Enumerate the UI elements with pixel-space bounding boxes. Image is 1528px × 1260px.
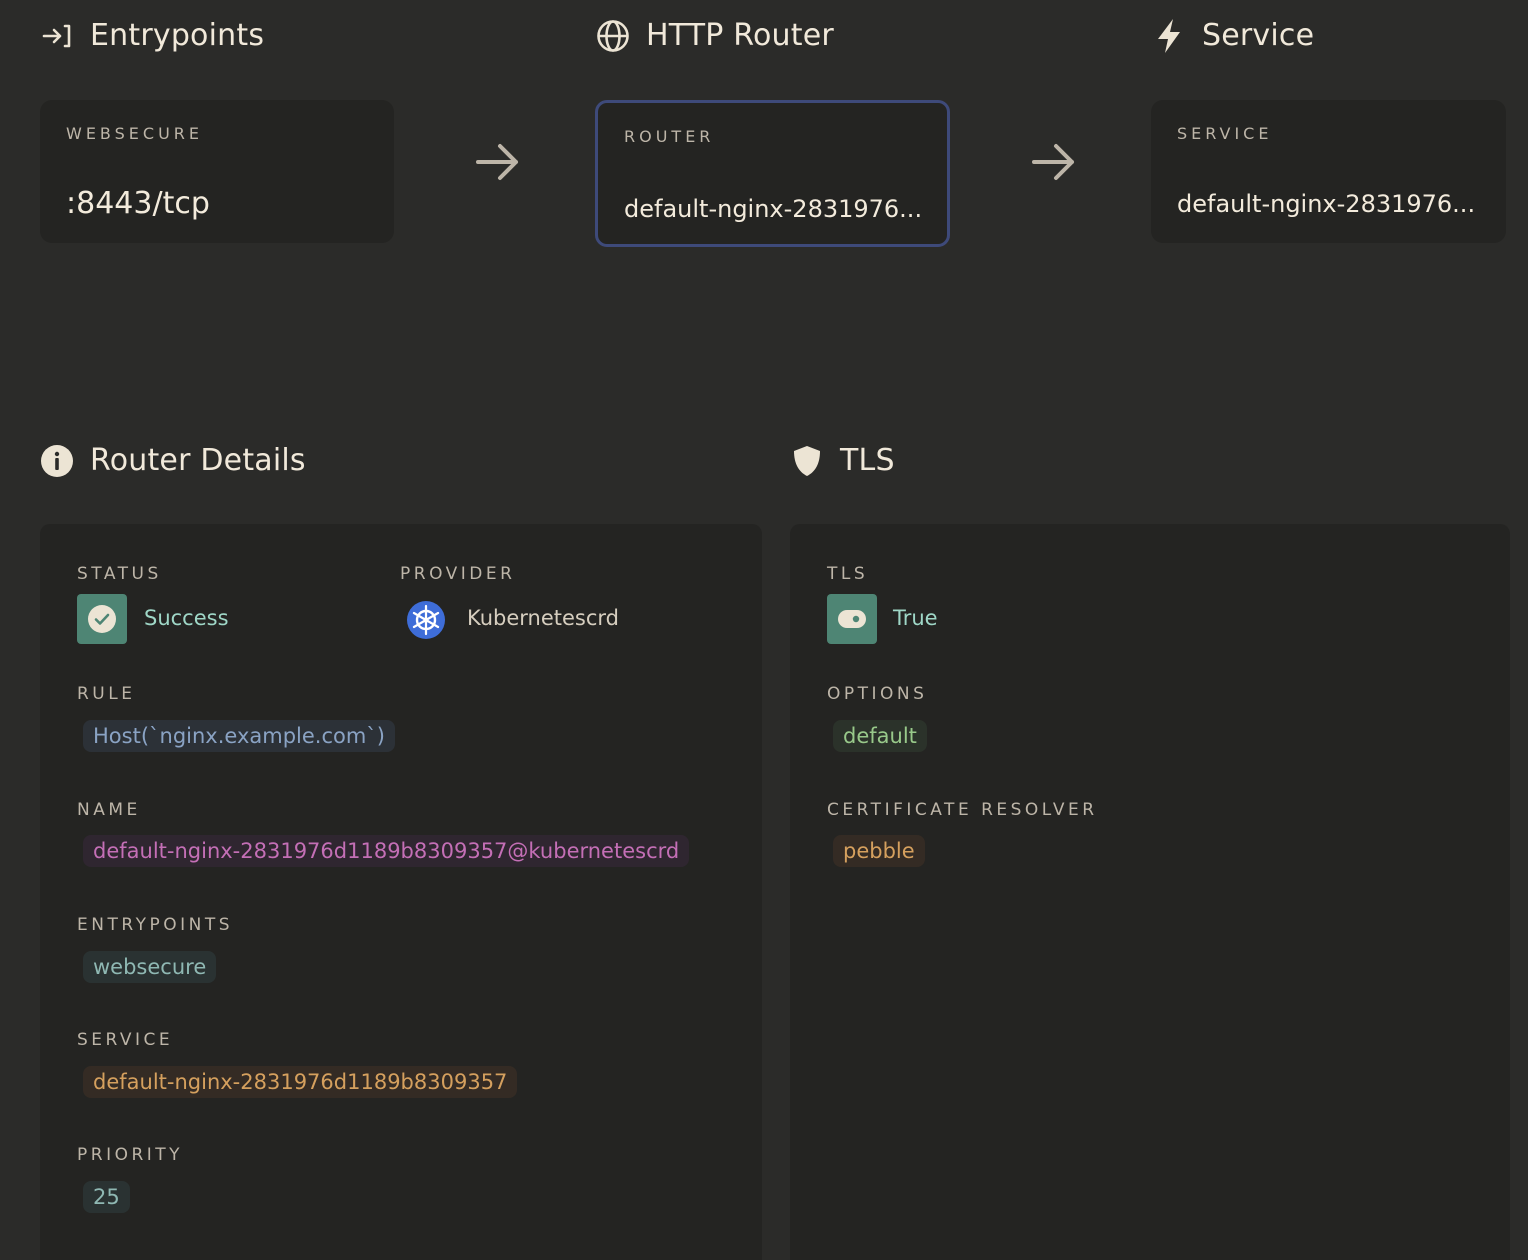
entrypoint-caption: WEBSECURE <box>66 124 203 143</box>
service-title: Service <box>1202 18 1315 53</box>
provider-value: Kubernetescrd <box>467 606 620 630</box>
router-title: HTTP Router <box>646 18 834 53</box>
router-details-panel: STATUS Success PROVIDER Kubernetescrd RU… <box>40 524 762 1260</box>
sign-in-icon <box>40 19 74 53</box>
router-caption: ROUTER <box>624 127 715 146</box>
router-card[interactable]: ROUTER default-nginx-2831976... <box>595 100 950 247</box>
status-label: STATUS <box>77 564 162 584</box>
tls-title: TLS <box>840 443 895 478</box>
shield-icon <box>790 444 824 478</box>
service-card[interactable]: SERVICE default-nginx-2831976... <box>1151 100 1506 243</box>
provider-label: PROVIDER <box>400 564 516 584</box>
entrypoints-title: Entrypoints <box>90 18 265 53</box>
service-value: default-nginx-2831976... <box>1177 190 1476 218</box>
info-icon <box>40 444 74 478</box>
priority-value: 25 <box>83 1181 130 1213</box>
tls-header: TLS <box>790 443 895 478</box>
entrypoints-label: ENTRYPOINTS <box>77 915 233 935</box>
toggle-icon <box>838 610 866 628</box>
router-details-title: Router Details <box>90 443 306 478</box>
arrow-right-icon <box>476 144 518 180</box>
router-header: HTTP Router <box>596 18 834 53</box>
service-header: Service <box>1152 18 1314 53</box>
tls-panel: TLS True OPTIONS default CERTIFICATE RES… <box>790 524 1510 1260</box>
name-value: default-nginx-2831976d1189b8309357@kuber… <box>83 835 690 867</box>
tls-label: TLS <box>827 564 869 584</box>
rule-label: RULE <box>77 684 136 704</box>
service-link[interactable]: default-nginx-2831976d1189b8309357 <box>83 1066 518 1098</box>
lightning-icon <box>1152 18 1186 53</box>
router-details-header: Router Details <box>40 443 306 478</box>
options-label: OPTIONS <box>827 684 928 704</box>
entrypoints-header: Entrypoints <box>40 18 264 53</box>
resolver-value: pebble <box>833 835 925 867</box>
entrypoint-card[interactable]: WEBSECURE :8443/tcp <box>40 100 394 243</box>
name-label: NAME <box>77 800 141 820</box>
router-value: default-nginx-2831976... <box>624 195 923 223</box>
check-circle-icon <box>88 605 116 633</box>
status-badge <box>77 594 127 644</box>
kubernetes-icon <box>407 601 445 639</box>
tls-badge <box>827 594 877 644</box>
options-value: default <box>833 720 927 752</box>
arrow-right-icon <box>1032 144 1074 180</box>
status-value: Success <box>144 606 229 630</box>
priority-label: PRIORITY <box>77 1145 184 1165</box>
entrypoints-value: websecure <box>83 951 217 983</box>
tls-value: True <box>893 606 938 630</box>
service-label: SERVICE <box>77 1030 174 1050</box>
rule-value: Host(`nginx.example.com`) <box>83 720 396 752</box>
entrypoint-address: :8443/tcp <box>66 186 210 221</box>
globe-icon <box>596 19 630 53</box>
service-caption: SERVICE <box>1177 124 1273 143</box>
resolver-label: CERTIFICATE RESOLVER <box>827 800 1098 820</box>
